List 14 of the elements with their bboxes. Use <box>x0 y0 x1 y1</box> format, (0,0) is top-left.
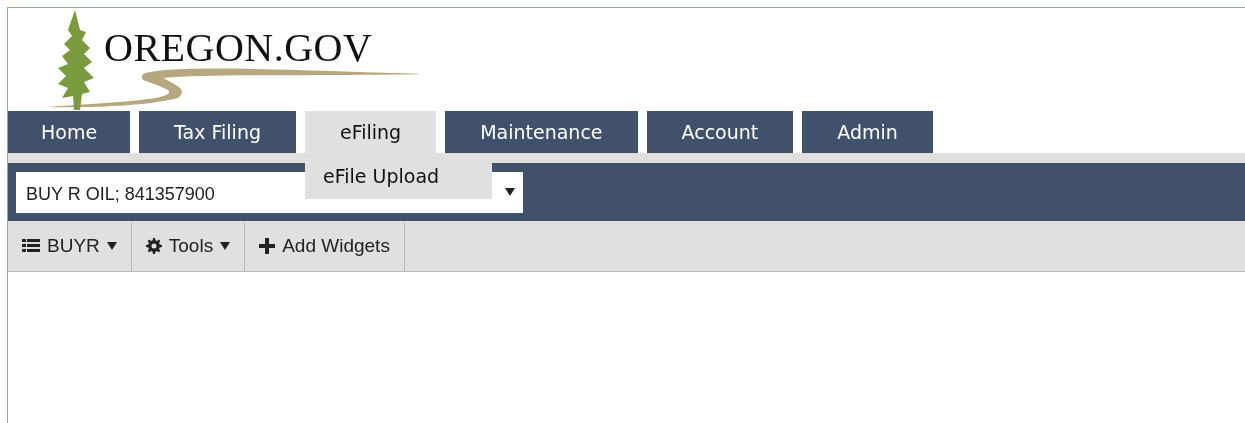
toolbar-button[interactable]: Tools <box>131 221 246 271</box>
nav-tab[interactable]: Account <box>646 111 794 153</box>
toolbar-button[interactable]: Add Widgets <box>245 221 405 271</box>
nav-tab[interactable]: eFiling <box>305 111 437 153</box>
nav-tab[interactable]: Home <box>8 111 131 153</box>
site-logo-text: OREGON.GOV <box>104 24 373 71</box>
nav-tab[interactable]: Maintenance <box>445 111 638 153</box>
caret-icon <box>505 188 515 196</box>
toolbar-button[interactable]: BUYR <box>8 221 132 271</box>
nav-tab[interactable]: Tax Filing <box>139 111 296 153</box>
settings-icon <box>145 238 162 254</box>
plus-icon <box>259 238 276 254</box>
list-icon <box>22 238 40 254</box>
nav-tab[interactable]: Admin <box>802 111 933 153</box>
